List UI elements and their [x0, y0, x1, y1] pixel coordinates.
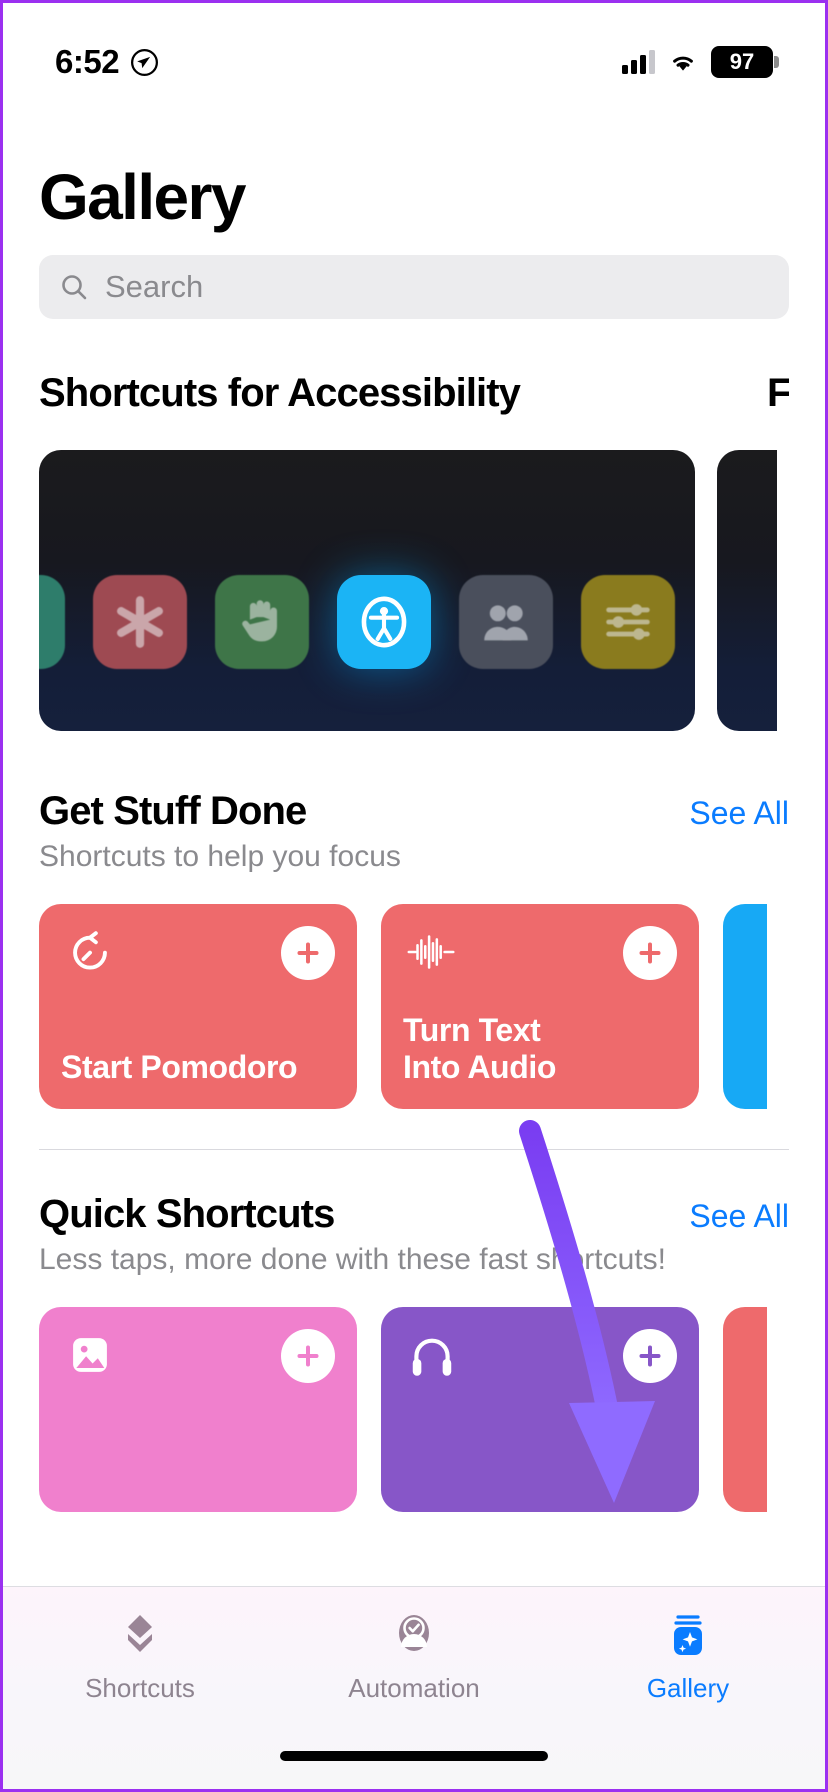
section-subtitle: Shortcuts to help you focus	[39, 840, 401, 873]
search-placeholder: Search	[105, 269, 204, 304]
section-title: Quick Shortcuts	[39, 1192, 335, 1236]
get-stuff-done-card-row[interactable]: Start Pomodoro Turn Text Into Audio	[3, 904, 825, 1109]
section-header-get-stuff-done: Get Stuff Done See All	[3, 789, 825, 834]
tab-automation[interactable]: Automation	[277, 1605, 551, 1722]
tab-shortcuts[interactable]: Shortcuts	[3, 1605, 277, 1722]
tab-list: Shortcuts Automation Gallery	[3, 1587, 825, 1722]
section-header-accessibility: Shortcuts for Accessibility F	[3, 371, 825, 416]
headphones-icon	[403, 1329, 461, 1381]
shortcuts-stack-icon	[111, 1605, 169, 1667]
tab-label: Automation	[348, 1673, 480, 1703]
home-indicator	[280, 1751, 548, 1761]
section-header-quick-shortcuts: Quick Shortcuts See All	[3, 1192, 825, 1237]
wifi-icon	[668, 50, 698, 74]
add-shortcut-button[interactable]	[281, 1329, 335, 1383]
shortcut-card-next-peek[interactable]	[723, 904, 767, 1109]
card-top	[403, 926, 677, 980]
accessibility-banner-card-next[interactable]	[717, 450, 777, 731]
card-label: Turn Text Into Audio	[403, 1011, 556, 1086]
add-shortcut-button[interactable]	[281, 926, 335, 980]
status-bar-left: 6:52	[55, 43, 159, 81]
accessibility-icon-rail	[39, 575, 695, 669]
add-shortcut-button[interactable]	[623, 926, 677, 980]
status-time: 6:52	[55, 43, 120, 80]
tab-label: Shortcuts	[85, 1673, 195, 1703]
accessibility-icon	[337, 575, 431, 669]
card-top	[61, 1329, 335, 1383]
search-field[interactable]: Search	[39, 255, 789, 319]
waveform-icon	[403, 926, 461, 978]
quick-shortcuts-card-row[interactable]	[3, 1307, 825, 1512]
shortcut-card-turn-text-into-audio[interactable]: Turn Text Into Audio	[381, 904, 699, 1109]
search-icon	[59, 272, 89, 302]
add-shortcut-button[interactable]	[623, 1329, 677, 1383]
cellular-signal-icon	[622, 50, 655, 74]
tab-label: Gallery	[646, 1673, 730, 1703]
shortcut-card-next-peek[interactable]	[723, 1307, 767, 1512]
sliders-icon	[581, 575, 675, 669]
next-section-title-partial: F	[767, 371, 789, 415]
accessibility-banner-card[interactable]	[39, 450, 695, 731]
card-top	[403, 1329, 677, 1383]
card-top	[61, 926, 335, 980]
status-bar: 6:52 97	[3, 3, 825, 93]
section-title: Get Stuff Done	[39, 789, 307, 833]
droplet-icon	[39, 575, 65, 669]
page-title: Gallery	[39, 161, 246, 233]
phone-screen: 6:52 97 Gallery Search Shortcuts for Acc…	[0, 0, 828, 1792]
card-label: Start Pomodoro	[61, 1049, 298, 1086]
asterisk-icon	[93, 575, 187, 669]
automation-check-icon	[385, 1605, 443, 1667]
section-divider	[39, 1149, 789, 1150]
photo-icon	[61, 1329, 119, 1381]
see-all-link-get-stuff-done[interactable]: See All	[689, 795, 789, 832]
battery-percent: 97	[729, 49, 755, 74]
people-icon	[459, 575, 553, 669]
gallery-sparkle-icon	[659, 1605, 717, 1667]
tab-gallery[interactable]: Gallery	[551, 1605, 825, 1722]
status-bar-right: 97	[622, 46, 779, 78]
tab-bar: Shortcuts Automation Gallery	[3, 1586, 825, 1789]
battery-indicator: 97	[711, 46, 779, 78]
location-arrow-icon	[131, 48, 159, 76]
section-title: Shortcuts for Accessibility	[39, 371, 521, 415]
shortcut-card-start-pomodoro[interactable]: Start Pomodoro	[39, 904, 357, 1109]
section-subtitle: Less taps, more done with these fast sho…	[39, 1243, 666, 1276]
shortcut-card-headphones[interactable]	[381, 1307, 699, 1512]
timer-icon	[61, 926, 119, 978]
see-all-link-quick-shortcuts[interactable]: See All	[689, 1198, 789, 1235]
accessibility-banner-row[interactable]	[3, 450, 825, 731]
scroll-content[interactable]: Gallery Search Shortcuts for Accessibili…	[3, 93, 825, 1789]
hand-raised-icon	[215, 575, 309, 669]
shortcut-card-photo[interactable]	[39, 1307, 357, 1512]
